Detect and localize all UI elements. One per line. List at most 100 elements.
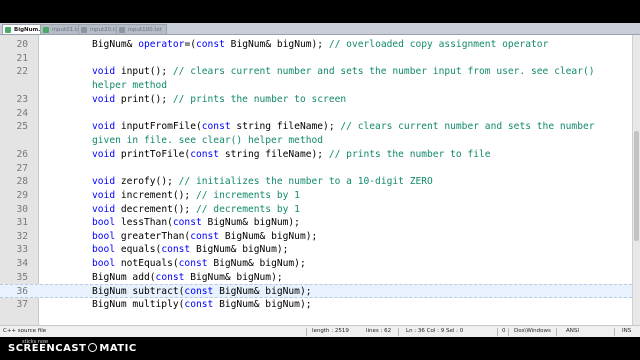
code-keyword: bool	[92, 231, 116, 242]
code-token: zerofy();	[115, 176, 179, 187]
code-comment: // decrements by 1	[195, 204, 300, 215]
length-label: length : 2519	[312, 328, 349, 334]
code-keyword: void	[92, 121, 116, 132]
code-text: void printToFile(const string fileName);…	[92, 148, 491, 162]
code-token: =(	[184, 39, 196, 50]
code-line-23[interactable]: 23 void print(); // prints the number to …	[0, 93, 632, 107]
code-line-20[interactable]: 20 BigNum& operator=(const BigNum& bigNum…	[0, 38, 632, 52]
line-number: 31	[16, 217, 28, 228]
code-keyword: bool	[92, 244, 116, 255]
code-line-30[interactable]: 30 void decrement(); // decrements by 1	[0, 203, 632, 217]
insert-mode-label[interactable]: INS	[622, 326, 631, 337]
top-letterbox	[0, 0, 640, 23]
code-keyword: void	[92, 190, 116, 201]
logo-text-right: MATIC	[99, 343, 137, 354]
logo-text-left: SCREENCAST	[8, 343, 87, 354]
status-divider	[306, 328, 307, 336]
line-number: 29	[16, 190, 28, 201]
tab-label: input100.txt	[128, 27, 162, 33]
line-number: 26	[16, 149, 28, 160]
code-token: notEquals(	[115, 258, 179, 269]
code-token: BigNum& bigNum);	[219, 231, 318, 242]
code-text: void inputFromFile(const string fileName…	[92, 120, 627, 147]
code-line-35[interactable]: 35 BigNum add(const BigNum& bigNum);	[0, 271, 632, 285]
code-text: BigNum multiply(const BigNum& bigNum);	[92, 298, 312, 312]
code-token: BigNum& bigNum);	[213, 286, 312, 297]
scrollbar-thumb[interactable]	[634, 131, 639, 241]
eol-format-label[interactable]: Dos\Windows	[514, 326, 551, 337]
vertical-scrollbar[interactable]	[632, 35, 640, 325]
code-token: greaterThan(	[115, 231, 191, 242]
code-keyword: void	[92, 204, 116, 215]
code-token: print();	[115, 94, 173, 105]
code-keyword: bool	[92, 258, 116, 269]
code-token: BigNum& bigNum);	[224, 39, 329, 50]
line-number: 37	[16, 299, 28, 310]
status-bar: C++ source file length : 2519 lines : 62…	[0, 325, 640, 337]
tab-input100[interactable]: input100.txt	[116, 24, 167, 34]
cursor-position-label: Ln : 36 Col : 9 Sel : 0	[406, 328, 464, 334]
code-text: bool notEquals(const BigNum& bigNum);	[92, 257, 306, 271]
code-line-22[interactable]: 22 void input(); // clears current number…	[0, 65, 632, 92]
code-line-25[interactable]: 25 void inputFromFile(const string fileNa…	[0, 120, 632, 147]
code-line-34[interactable]: 34 bool notEquals(const BigNum& bigNum);	[0, 257, 632, 271]
code-text: void increment(); // increments by 1	[92, 189, 300, 203]
code-token: string fileName);	[230, 121, 341, 132]
notepad-plus-plus-window: BigNum.h input01.txt input20.txt input10…	[0, 0, 640, 360]
code-text: BigNum subtract(const BigNum& bigNum);	[92, 285, 312, 299]
code-text: bool greaterThan(const BigNum& bigNum);	[92, 230, 317, 244]
code-keyword: bool	[92, 217, 116, 228]
encoding-label[interactable]: ANSI	[566, 326, 579, 337]
line-number: 27	[16, 163, 28, 174]
code-token: printToFile(	[115, 149, 191, 160]
code-line-28[interactable]: 28 void zerofy(); // initializes the numb…	[0, 175, 632, 189]
line-number: 30	[16, 204, 28, 215]
saved-file-icon	[43, 27, 49, 33]
status-divider	[508, 328, 509, 336]
code-line-29[interactable]: 29 void increment(); // increments by 1	[0, 189, 632, 203]
code-keyword: const	[161, 244, 191, 255]
line-number: 20	[16, 39, 28, 50]
code-line-37[interactable]: 37 BigNum multiply(const BigNum& bigNum);	[0, 298, 632, 312]
code-token: input();	[115, 66, 173, 77]
code-line-26[interactable]: 26 void printToFile(const string fileName…	[0, 148, 632, 162]
screencast-watermark-bar: sticks now SCREENCAST MATIC	[0, 337, 640, 360]
code-line-21[interactable]: 21	[0, 52, 632, 66]
saved-file-icon	[5, 27, 11, 33]
screencast-o-matic-logo: SCREENCAST MATIC	[8, 343, 137, 354]
logo-o-icon	[88, 343, 98, 352]
code-keyword: const	[190, 149, 220, 160]
code-keyword: void	[92, 149, 116, 160]
code-keyword: const	[196, 39, 225, 50]
code-token: BigNum subtract(	[92, 286, 185, 297]
file-icon	[81, 27, 87, 33]
file-type-label: C++ source file	[3, 328, 47, 334]
status-divider	[398, 328, 399, 336]
code-token: BigNum& bigNum);	[201, 217, 300, 228]
code-editor[interactable]: 20 BigNum& operator=(const BigNum& bigNum…	[0, 35, 632, 325]
code-line-27[interactable]: 27	[0, 162, 632, 176]
code-keyword: const	[178, 258, 208, 269]
code-token: lessThan(	[115, 217, 173, 228]
code-line-32[interactable]: 32 bool greaterThan(const BigNum& bigNum)…	[0, 230, 632, 244]
code-line-31[interactable]: 31 bool lessThan(const BigNum& bigNum);	[0, 216, 632, 230]
line-number: 22	[16, 66, 28, 77]
selection-count-label: 0	[502, 328, 506, 334]
code-keyword: const	[155, 272, 185, 283]
code-keyword: void	[92, 176, 116, 187]
code-text: void zerofy(); // initializes the number…	[92, 175, 433, 189]
code-comment: // initializes the number to a 10-digit …	[178, 176, 433, 187]
code-token: BigNum& bigNum);	[190, 244, 289, 255]
line-number: 34	[16, 258, 28, 269]
code-line-33[interactable]: 33 bool equals(const BigNum& bigNum);	[0, 243, 632, 257]
code-comment: // overloaded copy assignment operator	[328, 39, 549, 50]
code-keyword: const	[172, 217, 202, 228]
status-divider	[614, 328, 615, 336]
code-keyword: operator	[138, 39, 185, 50]
line-number: 25	[16, 121, 28, 132]
code-text: void decrement(); // decrements by 1	[92, 203, 300, 217]
code-token: BigNum& bigNum);	[213, 299, 312, 310]
code-text: void input(); // clears current number a…	[92, 65, 627, 92]
code-line-36[interactable]: 36 BigNum subtract(const BigNum& bigNum);	[0, 284, 632, 298]
code-line-24[interactable]: 24	[0, 107, 632, 121]
